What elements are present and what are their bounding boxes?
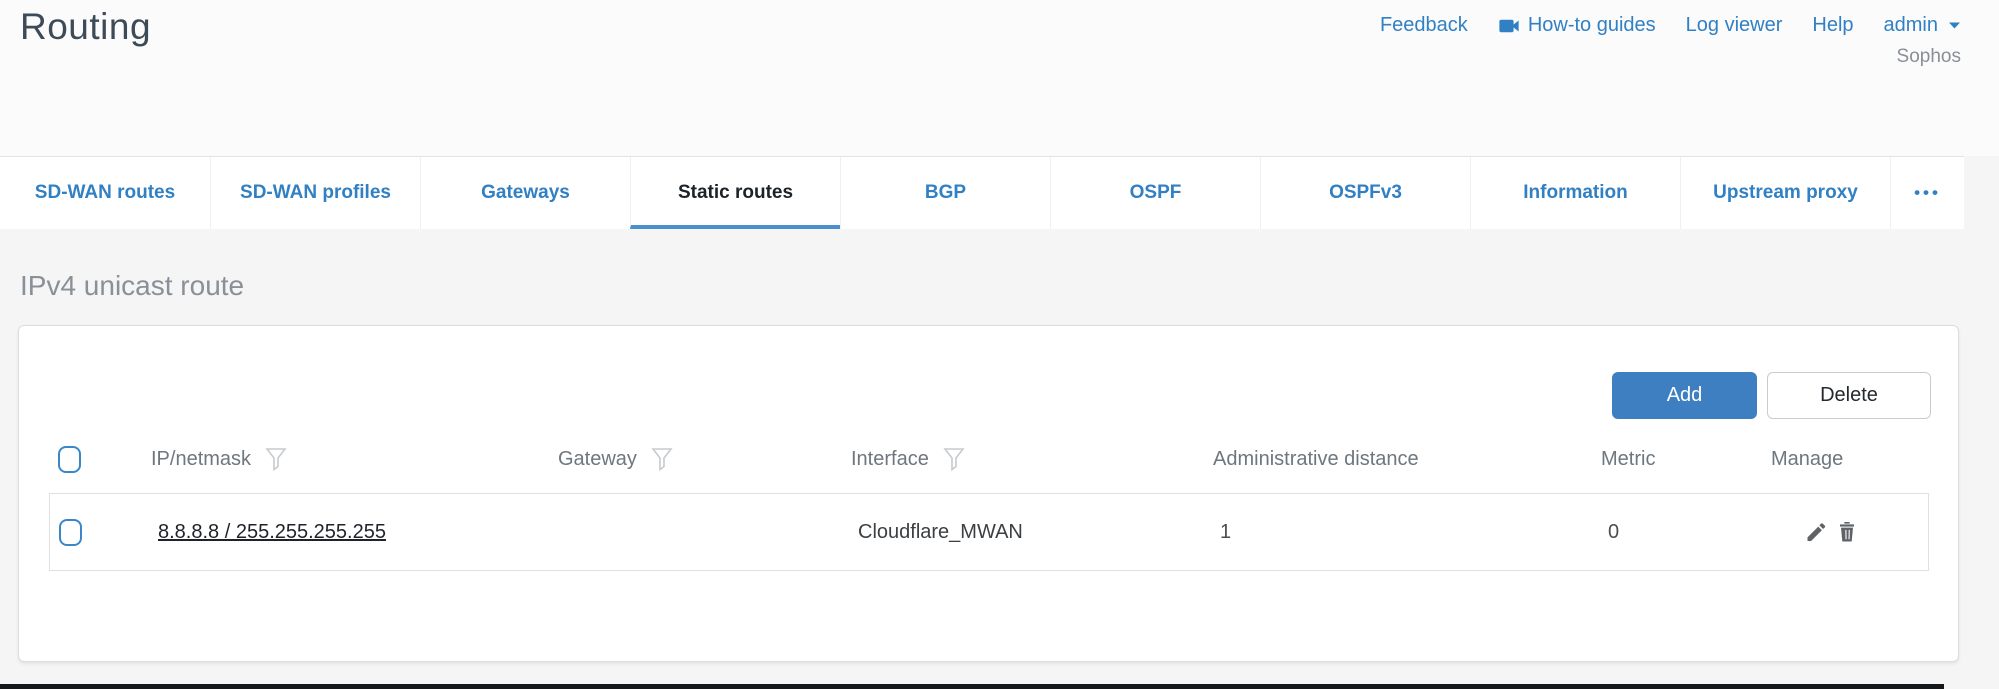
utility-nav: Feedback How-to guides Log viewer Help a… — [1380, 14, 1961, 37]
route-administrative-distance-cell: 1 — [1214, 521, 1602, 544]
tab-information[interactable]: Information — [1470, 157, 1680, 229]
caret-down-icon — [1948, 21, 1961, 30]
help-link[interactable]: Help — [1812, 14, 1853, 37]
filter-funnel-icon[interactable] — [943, 447, 965, 472]
column-header-ip-netmask: IP/netmask — [151, 448, 251, 471]
filter-funnel-icon[interactable] — [651, 447, 673, 472]
row-checkbox[interactable] — [59, 519, 82, 546]
route-metric-cell: 0 — [1602, 521, 1772, 544]
route-interface-cell: Cloudflare_MWAN — [852, 521, 1214, 544]
tab-ospf[interactable]: OSPF — [1050, 157, 1260, 229]
column-header-metric: Metric — [1601, 448, 1655, 471]
page-title: Routing — [20, 6, 151, 48]
edit-pencil-icon[interactable] — [1804, 520, 1828, 544]
column-header-gateway: Gateway — [558, 448, 637, 471]
admin-menu[interactable]: admin — [1884, 14, 1961, 37]
video-camera-icon — [1498, 17, 1520, 35]
column-header-administrative-distance: Administrative distance — [1213, 448, 1419, 471]
admin-menu-label: admin — [1884, 14, 1938, 37]
column-header-manage: Manage — [1771, 448, 1843, 471]
log-viewer-link[interactable]: Log viewer — [1686, 14, 1783, 37]
feedback-link[interactable]: Feedback — [1380, 14, 1468, 37]
table-row: 8.8.8.8 / 255.255.255.255 Cloudflare_MWA… — [49, 493, 1929, 571]
tabbar: SD-WAN routes SD-WAN profiles Gateways S… — [0, 156, 1964, 229]
add-button[interactable]: Add — [1612, 372, 1757, 419]
tab-static-routes[interactable]: Static routes — [630, 157, 840, 229]
brand-label: Sophos — [1897, 46, 1961, 68]
bottom-edge-bar — [0, 684, 1944, 689]
ellipsis-more-icon[interactable]: ••• — [1890, 157, 1964, 229]
tab-sd-wan-routes[interactable]: SD-WAN routes — [0, 157, 210, 229]
trash-icon[interactable] — [1835, 520, 1859, 544]
howto-guides-link[interactable]: How-to guides — [1498, 14, 1656, 37]
tab-sd-wan-profiles[interactable]: SD-WAN profiles — [210, 157, 420, 229]
tab-ospfv3[interactable]: OSPFv3 — [1260, 157, 1470, 229]
tab-bgp[interactable]: BGP — [840, 157, 1050, 229]
table-header: IP/netmask Gateway Interface Administrat… — [49, 434, 1929, 484]
delete-button[interactable]: Delete — [1767, 372, 1931, 419]
route-manage-cell — [1772, 520, 1928, 544]
select-all-checkbox[interactable] — [58, 446, 81, 473]
section-heading: IPv4 unicast route — [20, 270, 244, 302]
tab-upstream-proxy[interactable]: Upstream proxy — [1680, 157, 1890, 229]
tab-gateways[interactable]: Gateways — [420, 157, 630, 229]
column-header-interface: Interface — [851, 448, 929, 471]
howto-guides-label: How-to guides — [1528, 14, 1656, 37]
routes-card: Add Delete IP/netmask Gateway Interface … — [18, 325, 1959, 662]
toolbar: Add Delete — [1612, 372, 1931, 419]
route-ip-netmask-link[interactable]: 8.8.8.8 / 255.255.255.255 — [158, 521, 386, 543]
top-header: Routing Feedback How-to guides Log viewe… — [0, 0, 1999, 156]
filter-funnel-icon[interactable] — [265, 447, 287, 472]
